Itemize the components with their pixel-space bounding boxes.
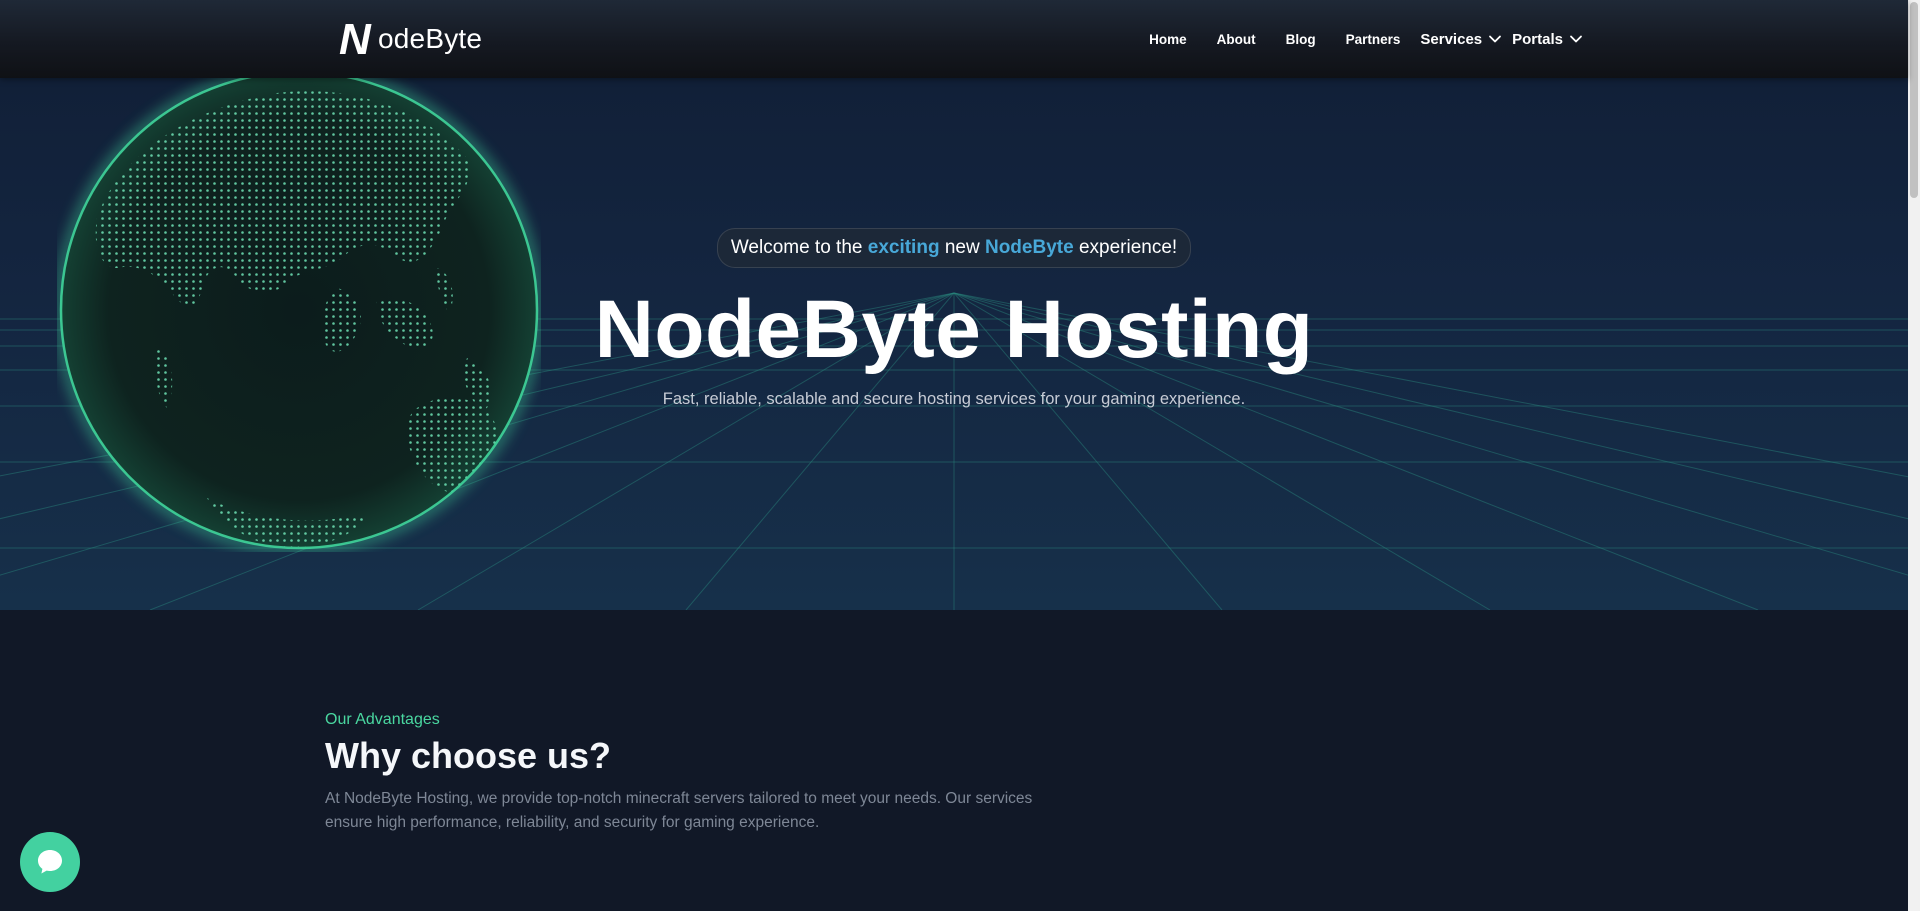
scrollbar-thumb[interactable] bbox=[1910, 2, 1918, 198]
brand-logo[interactable]: N odeByte bbox=[338, 18, 482, 60]
advantages-description: At NodeByte Hosting, we provide top-notc… bbox=[325, 790, 1033, 831]
welcome-accent-exciting: exciting bbox=[867, 237, 940, 258]
nav-services-label: Services bbox=[1420, 30, 1483, 48]
chat-bubble-icon bbox=[38, 850, 62, 874]
hero-section: Welcome to the exciting new NodeByte exp… bbox=[0, 78, 1908, 610]
logo-n-mark-icon: N bbox=[339, 18, 372, 60]
chevron-down-icon bbox=[1489, 35, 1502, 43]
welcome-text-part2: new bbox=[939, 237, 985, 258]
nav-partners-link[interactable]: Partners bbox=[1346, 32, 1401, 47]
nav-services-dropdown[interactable]: Services bbox=[1420, 31, 1502, 48]
welcome-accent-nodebyte: NodeByte bbox=[984, 237, 1074, 258]
advantages-eyebrow: Our Advantages bbox=[325, 711, 440, 728]
welcome-text-part3: experience! bbox=[1073, 237, 1178, 258]
page-scrollbar[interactable] bbox=[1908, 0, 1920, 911]
nav-portals-label: Portals bbox=[1512, 30, 1563, 48]
chat-widget-button[interactable] bbox=[20, 832, 80, 892]
welcome-pill: Welcome to the exciting new NodeByte exp… bbox=[716, 228, 1192, 268]
hero-subtitle: Fast, reliable, scalable and secure host… bbox=[662, 390, 1246, 408]
advantages-title: Why choose us? bbox=[325, 735, 612, 776]
hero-title: NodeByte Hosting bbox=[594, 284, 1314, 375]
welcome-text-part1: Welcome to the bbox=[730, 237, 868, 258]
nav-blog-link[interactable]: Blog bbox=[1286, 32, 1316, 47]
nav-portals-dropdown[interactable]: Portals bbox=[1512, 31, 1583, 48]
nav-links: Home About Blog Partners Services Portal… bbox=[1149, 0, 1583, 78]
hero-content: Welcome to the exciting new NodeByte exp… bbox=[0, 228, 1908, 409]
nav-about-link[interactable]: About bbox=[1217, 32, 1256, 47]
nav-home-link[interactable]: Home bbox=[1149, 32, 1187, 47]
brand-name: odeByte bbox=[378, 23, 483, 54]
top-navbar: N odeByte Home About Blog Partners Servi… bbox=[0, 0, 1908, 78]
advantages-section: Our Advantages Why choose us? At NodeByt… bbox=[325, 711, 1045, 835]
svg-text:N: N bbox=[339, 18, 372, 60]
chevron-down-icon bbox=[1570, 35, 1582, 43]
